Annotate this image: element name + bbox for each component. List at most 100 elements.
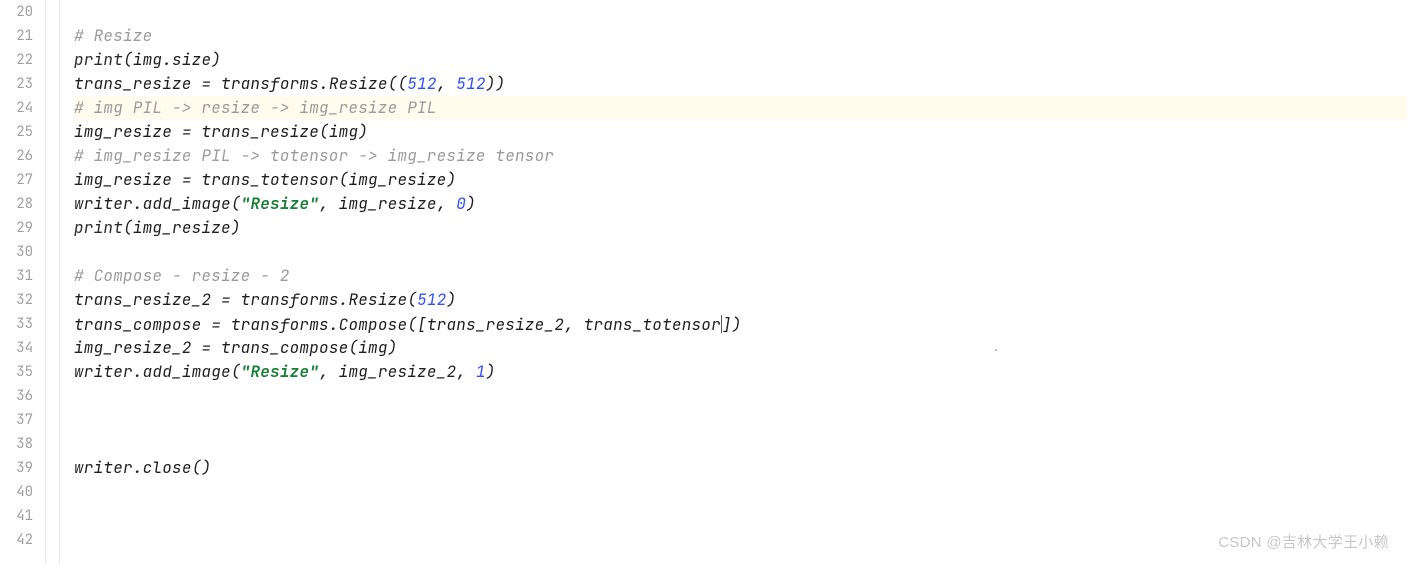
code-token: . [319, 73, 329, 94]
code-token: ) [446, 169, 456, 190]
code-editor[interactable]: 2021222324252627282930313233343536373839… [0, 0, 1407, 564]
code-token: 1 [476, 361, 486, 382]
code-token: , [437, 73, 457, 94]
line-number: 41 [0, 504, 45, 528]
code-line[interactable]: trans_compose = transforms.Compose([tran… [74, 312, 1407, 336]
line-number: 24 [0, 96, 45, 120]
code-token: size [172, 49, 211, 70]
code-token: # Resize [74, 25, 152, 46]
line-number: 22 [0, 48, 45, 72]
code-token: 512 [417, 289, 446, 310]
code-token: ) [358, 121, 368, 142]
line-number: 33 [0, 312, 45, 336]
code-token: img_resize [339, 193, 437, 214]
code-token: = [201, 73, 221, 94]
code-token: = [182, 121, 202, 142]
code-line[interactable] [74, 432, 1407, 456]
code-token: writer [74, 457, 133, 478]
code-token: ( [231, 193, 241, 214]
code-token: close [143, 457, 192, 478]
line-number: 40 [0, 480, 45, 504]
code-line[interactable]: writer.add_image("Resize", img_resize_2,… [74, 360, 1407, 384]
code-token: ) [486, 361, 496, 382]
code-token: , [319, 193, 339, 214]
code-line[interactable]: img_resize = trans_resize(img) [74, 120, 1407, 144]
line-number-gutter: 2021222324252627282930313233343536373839… [0, 0, 46, 564]
code-line[interactable] [74, 408, 1407, 432]
code-token: transforms [241, 289, 339, 310]
code-token: # img_resize PIL -> totensor -> img_resi… [74, 145, 554, 166]
code-token: # img PIL -> resize -> img_resize PIL [74, 97, 437, 118]
code-token: ) [732, 314, 742, 335]
code-token: = [221, 289, 241, 310]
code-token: "Resize" [241, 361, 319, 382]
code-line[interactable] [74, 480, 1407, 504]
code-line[interactable] [74, 528, 1407, 552]
code-line[interactable] [74, 240, 1407, 264]
code-token: 512 [456, 73, 485, 94]
line-number: 27 [0, 168, 45, 192]
code-line[interactable] [74, 504, 1407, 528]
code-token: ) [211, 49, 221, 70]
line-number: 30 [0, 240, 45, 264]
code-token: img_resize_2 [74, 337, 201, 358]
line-number: 35 [0, 360, 45, 384]
code-line[interactable] [74, 384, 1407, 408]
code-token: trans_totensor [201, 169, 338, 190]
line-number: 31 [0, 264, 45, 288]
code-area[interactable]: # Resizeprint(img.size)trans_resize = tr… [60, 0, 1407, 564]
code-token: writer [74, 193, 133, 214]
line-number: 37 [0, 408, 45, 432]
code-line[interactable]: print(img_resize) [74, 216, 1407, 240]
code-line[interactable]: writer.add_image("Resize", img_resize, 0… [74, 192, 1407, 216]
code-line[interactable]: # img PIL -> resize -> img_resize PIL [74, 96, 1407, 120]
code-token: "Resize" [241, 193, 319, 214]
code-token: . [133, 361, 143, 382]
code-line[interactable]: trans_resize_2 = transforms.Resize(512) [74, 288, 1407, 312]
code-token: ) [446, 289, 456, 310]
code-line[interactable]: img_resize_2 = trans_compose(img) [74, 336, 1407, 360]
code-line[interactable]: img_resize = trans_totensor(img_resize) [74, 168, 1407, 192]
code-line[interactable]: writer.close() [74, 456, 1407, 480]
code-token: transforms [231, 314, 329, 335]
code-token: transforms [221, 73, 319, 94]
code-line[interactable]: # Compose - resize - 2 [74, 264, 1407, 288]
line-number: 20 [0, 0, 45, 24]
code-token: add_image [143, 193, 231, 214]
code-token: 0 [456, 193, 466, 214]
code-token: )) [486, 73, 506, 94]
line-number: 36 [0, 384, 45, 408]
code-token: ) [388, 337, 398, 358]
code-token: ( [407, 314, 417, 335]
code-token: trans_resize_2 [74, 289, 221, 310]
code-token: img_resize [74, 121, 182, 142]
code-token: ( [348, 337, 358, 358]
code-token: , [319, 361, 339, 382]
code-token: , [456, 361, 476, 382]
code-token: , [564, 314, 584, 335]
code-line[interactable]: # Resize [74, 24, 1407, 48]
artifact-dot [995, 349, 997, 351]
code-token: print [74, 49, 123, 70]
code-token: ) [466, 193, 476, 214]
line-number: 28 [0, 192, 45, 216]
code-token: = [201, 337, 221, 358]
code-token: () [192, 457, 212, 478]
code-line[interactable]: # img_resize PIL -> totensor -> img_resi… [74, 144, 1407, 168]
line-number: 21 [0, 24, 45, 48]
code-token: , [437, 193, 457, 214]
code-line[interactable] [74, 0, 1407, 24]
code-token: img [329, 121, 358, 142]
code-token: trans_compose [221, 337, 348, 358]
code-token: . [133, 457, 143, 478]
code-line[interactable]: print(img.size) [74, 48, 1407, 72]
line-number: 42 [0, 528, 45, 552]
code-token: img_resize [133, 217, 231, 238]
line-number: 29 [0, 216, 45, 240]
line-number: 23 [0, 72, 45, 96]
code-token: ( [407, 289, 417, 310]
code-token: # Compose - resize - 2 [74, 265, 290, 286]
code-token: (( [388, 73, 408, 94]
code-line[interactable]: trans_resize = transforms.Resize((512, 5… [74, 72, 1407, 96]
code-token: trans_totensor [584, 314, 721, 335]
